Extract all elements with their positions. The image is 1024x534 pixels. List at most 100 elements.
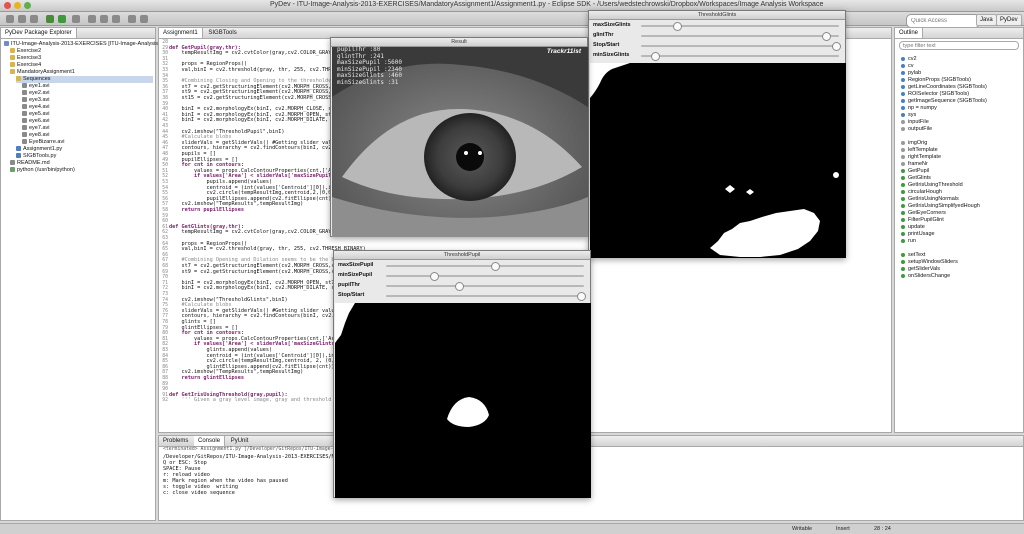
slider-track[interactable] bbox=[641, 45, 839, 47]
save-icon[interactable] bbox=[18, 15, 26, 23]
result-window[interactable]: Result pupilThr :80 glintThr :241 maxSizeP… bbox=[330, 37, 588, 237]
explorer-item[interactable]: eye8.avi bbox=[22, 132, 153, 139]
slider-handle[interactable] bbox=[577, 292, 586, 301]
slider-handle[interactable] bbox=[429, 272, 439, 281]
slider-track[interactable] bbox=[386, 285, 584, 287]
outline-item[interactable]: GetEyeCorners bbox=[901, 210, 946, 217]
outline-item[interactable]: pylab bbox=[901, 70, 921, 77]
explorer-item[interactable]: eye6.avi bbox=[22, 118, 153, 125]
new-project-icon[interactable] bbox=[88, 15, 96, 23]
explorer-item[interactable]: Exercise2 bbox=[10, 48, 153, 55]
slider-track[interactable] bbox=[386, 265, 584, 267]
print-icon[interactable] bbox=[30, 15, 38, 23]
explorer-item[interactable]: eye1.avi bbox=[22, 83, 153, 90]
outline-item[interactable]: imgOrig bbox=[901, 140, 927, 147]
func-icon bbox=[901, 196, 905, 201]
tab-sigbtools[interactable]: SIGBTools bbox=[204, 28, 240, 38]
slider-track[interactable] bbox=[386, 295, 584, 297]
outline-item-label: GetEyeCorners bbox=[908, 210, 946, 216]
threshold-pupil-window[interactable]: ThresholdPupil maxSizePupil minSizePupil p… bbox=[333, 250, 591, 498]
outline-item[interactable]: cv2 bbox=[901, 56, 917, 63]
new-icon[interactable] bbox=[6, 15, 14, 23]
func-icon bbox=[901, 210, 905, 215]
outline-item[interactable]: ROISelector (SIGBTools) bbox=[901, 91, 969, 98]
slider-track[interactable] bbox=[641, 35, 839, 37]
outline-item[interactable]: setText bbox=[901, 252, 925, 259]
close-window-button[interactable] bbox=[4, 2, 11, 9]
slider-track[interactable] bbox=[641, 25, 839, 27]
outline-item[interactable]: outputFile bbox=[901, 126, 932, 133]
quick-access-input[interactable] bbox=[906, 14, 980, 28]
explorer-item[interactable]: MandatoryAssignment1 bbox=[10, 69, 153, 76]
explorer-item[interactable]: Assignment1.py bbox=[16, 146, 153, 153]
outline-item[interactable]: printUsage bbox=[901, 231, 935, 238]
outline-item[interactable]: GetGlints bbox=[901, 175, 931, 182]
slider-handle[interactable] bbox=[454, 282, 464, 291]
outline-item[interactable]: GetPupil bbox=[901, 168, 929, 175]
zoom-window-button[interactable] bbox=[24, 2, 31, 9]
threshold-glints-window[interactable]: ThresholdGlints maxSizeGlints glintThr Sto… bbox=[588, 10, 846, 258]
outline-item[interactable]: GetIrisUsingNormals bbox=[901, 196, 959, 203]
explorer-item[interactable]: python (/usr/bin/python) bbox=[10, 167, 153, 174]
explorer-item[interactable]: eye4.avi bbox=[22, 104, 153, 111]
tab-console[interactable]: Console bbox=[194, 436, 226, 446]
search-icon[interactable] bbox=[112, 15, 120, 23]
minimize-window-button[interactable] bbox=[14, 2, 21, 9]
tab-package-explorer[interactable]: PyDev Package Explorer bbox=[1, 28, 77, 38]
outline-item[interactable]: onSlidersChange bbox=[901, 273, 950, 280]
outline-item[interactable]: getLineCoordinates (SIGBTools) bbox=[901, 84, 987, 91]
console-line: c: close video sequence bbox=[163, 490, 235, 496]
open-type-icon[interactable] bbox=[100, 15, 108, 23]
outline-item[interactable]: rightTemplate bbox=[901, 154, 941, 161]
outline-item[interactable]: update bbox=[901, 224, 925, 231]
slider-handle[interactable] bbox=[822, 32, 832, 41]
outline-item[interactable]: run bbox=[901, 238, 916, 245]
explorer-item[interactable]: eye7.avi bbox=[22, 125, 153, 132]
explorer-item-label: README.md bbox=[17, 160, 50, 166]
explorer-item[interactable]: Exercise3 bbox=[10, 55, 153, 62]
perspective-pydev-button[interactable]: PyDev bbox=[996, 14, 1022, 26]
outline-item[interactable]: np = numpy bbox=[901, 105, 937, 112]
run-icon[interactable] bbox=[58, 15, 66, 23]
outline-item[interactable]: FilterPupilGlint bbox=[901, 217, 944, 224]
tab-outline[interactable]: Outline bbox=[895, 28, 924, 38]
outline-item[interactable]: GetIrisUsingThreshold bbox=[901, 182, 963, 189]
explorer-item[interactable]: Sequences bbox=[16, 76, 153, 83]
outline-item-label: printUsage bbox=[908, 231, 935, 237]
outline-item[interactable]: RegionProps (SIGBTools) bbox=[901, 77, 971, 84]
outline-item[interactable]: leftTemplate bbox=[901, 147, 938, 154]
var-icon bbox=[901, 154, 905, 159]
outline-item[interactable]: getSliderVals bbox=[901, 266, 940, 273]
back-icon[interactable] bbox=[128, 15, 136, 23]
external-tools-icon[interactable] bbox=[72, 15, 80, 23]
outline-item[interactable]: getImageSequence (SIGBTools) bbox=[901, 98, 987, 105]
forward-icon[interactable] bbox=[140, 15, 148, 23]
slider-track[interactable] bbox=[386, 275, 584, 277]
explorer-item[interactable]: eye2.avi bbox=[22, 90, 153, 97]
tab-problems[interactable]: Problems bbox=[159, 436, 192, 446]
debug-icon[interactable] bbox=[46, 15, 54, 23]
slider-handle[interactable] bbox=[832, 42, 841, 51]
explorer-item[interactable]: SIGBTools.py bbox=[16, 153, 153, 160]
explorer-item[interactable]: eye5.avi bbox=[22, 111, 153, 118]
outline-filter-input[interactable] bbox=[899, 41, 1019, 50]
outline-item[interactable]: cv bbox=[901, 63, 914, 70]
outline-item[interactable]: GetIrisUsingSimplifyedHough bbox=[901, 203, 980, 210]
slider-handle[interactable] bbox=[491, 262, 501, 271]
outline-item[interactable]: circularHough bbox=[901, 189, 942, 196]
tab-assignment1[interactable]: Assignment1 bbox=[159, 28, 203, 38]
outline-item[interactable]: setupWindowSliders bbox=[901, 259, 958, 266]
explorer-item[interactable]: Exercise4 bbox=[10, 62, 153, 69]
outline-item[interactable]: inputFile bbox=[901, 119, 929, 126]
explorer-item[interactable]: ITU-Image-Analysis-2013-EXERCISES [ITU-I… bbox=[4, 41, 174, 48]
outline-item[interactable]: sys bbox=[901, 112, 916, 119]
explorer-item[interactable]: README.md bbox=[10, 160, 153, 167]
explorer-item[interactable]: eye3.avi bbox=[22, 97, 153, 104]
outline-item[interactable]: frameNr bbox=[901, 161, 928, 168]
slider-handle[interactable] bbox=[650, 52, 660, 61]
explorer-item[interactable]: EyeBizarre.avi bbox=[22, 139, 153, 146]
perspective-java-button[interactable]: Java bbox=[976, 14, 997, 26]
tab-pyunit[interactable]: PyUnit bbox=[227, 436, 253, 446]
slider-track[interactable] bbox=[641, 55, 839, 57]
slider-handle[interactable] bbox=[673, 22, 683, 31]
